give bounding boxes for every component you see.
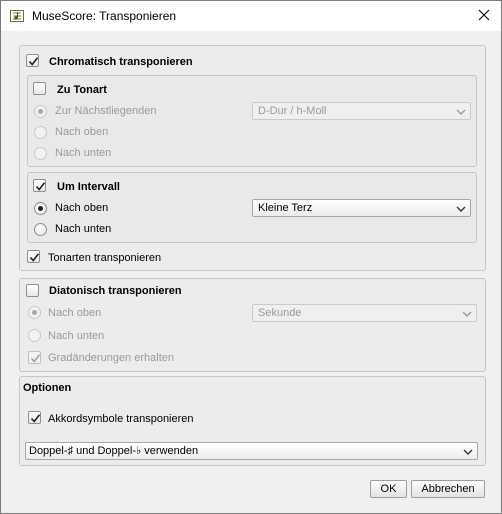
to-key-checkbox[interactable] (33, 82, 46, 95)
dialog-body: Chromatisch transponieren Zu Tonart Zur … (1, 31, 501, 513)
accidental-select[interactable]: Doppel-♯ und Doppel-♭ verwenden (25, 442, 478, 460)
radio-interval-down-label: Nach unten (55, 223, 112, 235)
degree-select[interactable]: Sekunde (252, 304, 477, 322)
window-title: MuseScore: Transponieren (32, 9, 177, 23)
radio-key-up[interactable] (34, 126, 47, 139)
by-interval-checkbox[interactable] (33, 179, 46, 192)
accidental-select-value: Doppel-♯ und Doppel-♭ verwenden (29, 445, 199, 457)
radio-closest[interactable] (34, 105, 47, 118)
transpose-keys-label: Tonarten transponieren (48, 252, 162, 264)
diatonic-checkbox[interactable] (26, 284, 39, 297)
transpose-dialog: MuseScore: Transponieren Chromatisch tra… (0, 0, 502, 514)
radio-diatonic-up-label: Nach oben (48, 307, 102, 319)
by-interval-label: Um Intervall (57, 181, 120, 193)
cancel-button[interactable]: Abbrechen (411, 480, 485, 498)
to-key-label: Zu Tonart (57, 84, 107, 96)
radio-diatonic-down-label: Nach unten (48, 330, 105, 342)
transpose-keys-checkbox[interactable] (27, 250, 40, 263)
chromatic-checkbox[interactable] (26, 54, 39, 67)
interval-select-value: Kleine Terz (258, 202, 313, 214)
close-icon (478, 9, 490, 24)
radio-interval-up[interactable] (34, 202, 47, 215)
diatonic-label: Diatonisch transponieren (49, 285, 182, 297)
keep-degree-label: Gradänderungen erhalten (48, 352, 174, 364)
chevron-down-icon (463, 447, 473, 455)
keep-degree-checkbox[interactable] (28, 351, 41, 364)
close-button[interactable] (467, 1, 501, 31)
radio-interval-down[interactable] (34, 223, 47, 236)
ok-button[interactable]: OK (370, 480, 407, 498)
interval-select[interactable]: Kleine Terz (252, 199, 471, 217)
radio-diatonic-down[interactable] (28, 329, 41, 342)
options-title: Optionen (23, 382, 72, 394)
key-select[interactable]: D-Dur / h-Moll (252, 102, 471, 120)
radio-key-down[interactable] (34, 147, 47, 160)
chevron-down-icon (456, 107, 466, 115)
chord-symbols-label: Akkordsymbole transponieren (48, 413, 194, 425)
chevron-down-icon (456, 204, 466, 212)
radio-closest-label: Zur Nächstliegenden (55, 105, 157, 117)
chromatic-label: Chromatisch transponieren (49, 56, 193, 68)
radio-key-up-label: Nach oben (55, 126, 109, 138)
radio-key-down-label: Nach unten (55, 147, 112, 159)
chevron-down-icon (462, 309, 472, 317)
radio-interval-up-label: Nach oben (55, 202, 109, 214)
title-bar: MuseScore: Transponieren (1, 1, 501, 31)
key-select-value: D-Dur / h-Moll (258, 105, 327, 117)
musescore-icon (10, 9, 24, 23)
degree-select-value: Sekunde (258, 307, 302, 319)
radio-diatonic-up[interactable] (28, 306, 41, 319)
chord-symbols-checkbox[interactable] (28, 411, 41, 424)
